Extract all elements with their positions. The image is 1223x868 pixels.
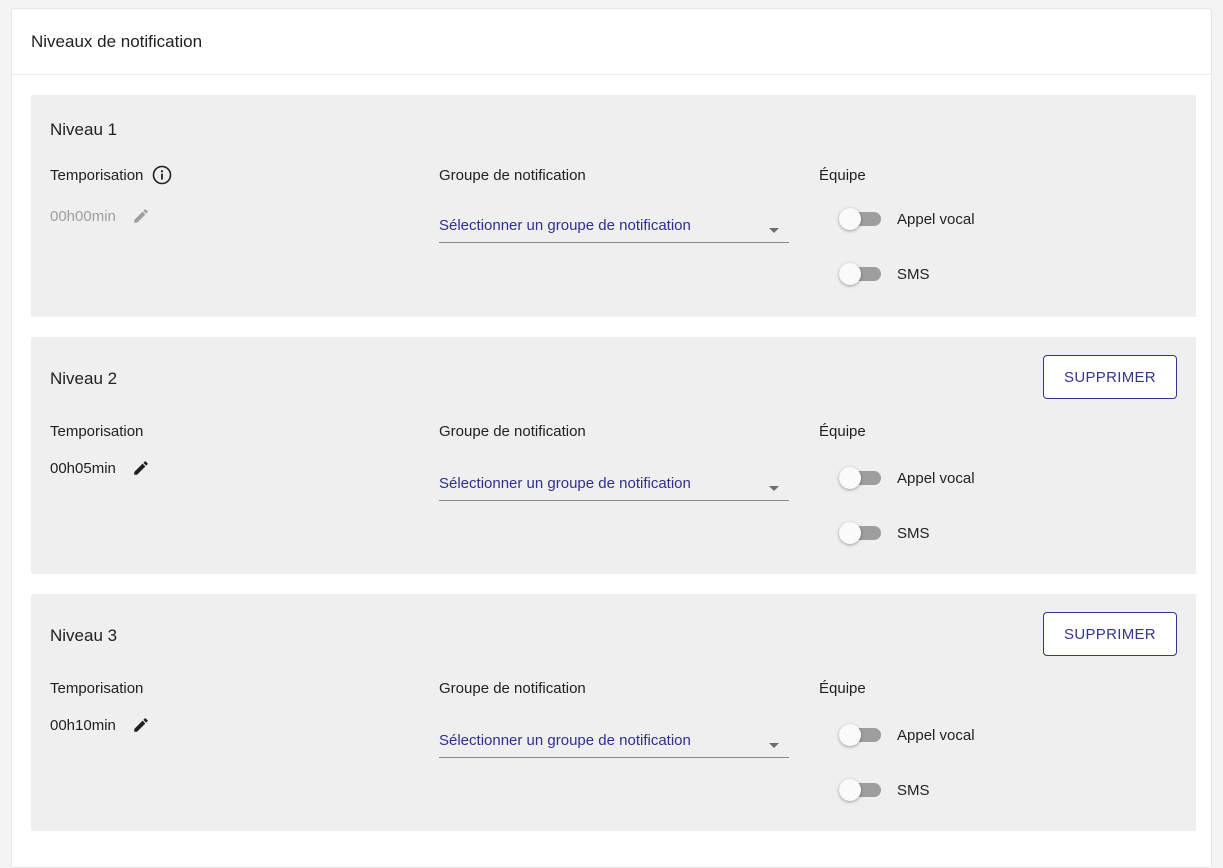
sms-toggle-row: SMS — [839, 779, 930, 801]
delay-value: 00h05min — [50, 459, 116, 477]
level-title: Niveau 1 — [50, 120, 118, 139]
pencil-icon[interactable] — [132, 207, 150, 225]
pencil-icon[interactable] — [132, 459, 150, 477]
sms-label: SMS — [897, 265, 930, 283]
info-icon[interactable] — [152, 165, 172, 185]
sms-toggle[interactable] — [839, 522, 883, 544]
level-card-1: Niveau 1 Temporisation 00h00min Groupe d… — [31, 95, 1196, 317]
voice-call-toggle[interactable] — [839, 467, 883, 489]
delay-value-row: 00h00min — [50, 207, 150, 225]
voice-call-toggle[interactable] — [839, 208, 883, 230]
voice-call-label: Appel vocal — [897, 210, 975, 228]
voice-toggle-row: Appel vocal — [839, 208, 975, 230]
caret-down-icon — [769, 743, 779, 748]
voice-toggle-row: Appel vocal — [839, 724, 975, 746]
notification-group-select[interactable]: Sélectionner un groupe de notification — [439, 209, 789, 243]
group-label: Groupe de notification — [439, 167, 586, 184]
level-card-3: Niveau 3 SUPPRIMER Temporisation 00h10mi… — [31, 594, 1196, 831]
delay-label: Temporisation — [50, 166, 144, 184]
level-card-2: Niveau 2 SUPPRIMER Temporisation 00h05mi… — [31, 337, 1196, 574]
team-label: Équipe — [819, 167, 866, 184]
sms-toggle-row: SMS — [839, 522, 930, 544]
select-placeholder: Sélectionner un groupe de notification — [439, 475, 691, 492]
delay-label: Temporisation — [50, 680, 144, 697]
delay-value-row: 00h10min — [50, 716, 150, 734]
notification-group-select[interactable]: Sélectionner un groupe de notification — [439, 724, 789, 758]
level-title: Niveau 3 — [50, 626, 118, 645]
sms-label: SMS — [897, 524, 930, 542]
pencil-icon[interactable] — [132, 716, 150, 734]
delay-label-row: Temporisation — [50, 165, 172, 185]
voice-toggle-row: Appel vocal — [839, 467, 975, 489]
caret-down-icon — [769, 486, 779, 491]
sms-label: SMS — [897, 781, 930, 799]
level-title: Niveau 2 — [50, 369, 118, 388]
group-label: Groupe de notification — [439, 680, 586, 697]
panel-title: Niveaux de notification — [12, 9, 1211, 75]
delay-value: 00h10min — [50, 716, 116, 734]
delay-label: Temporisation — [50, 423, 144, 440]
voice-call-label: Appel vocal — [897, 469, 975, 487]
delete-level-button[interactable]: SUPPRIMER — [1043, 612, 1177, 656]
select-placeholder: Sélectionner un groupe de notification — [439, 217, 691, 234]
team-label: Équipe — [819, 423, 866, 440]
delete-level-button[interactable]: SUPPRIMER — [1043, 355, 1177, 399]
notification-group-select[interactable]: Sélectionner un groupe de notification — [439, 467, 789, 501]
sms-toggle-row: SMS — [839, 263, 930, 285]
voice-call-toggle[interactable] — [839, 724, 883, 746]
delay-value-row: 00h05min — [50, 459, 150, 477]
caret-down-icon — [769, 228, 779, 233]
sms-toggle[interactable] — [839, 263, 883, 285]
group-label: Groupe de notification — [439, 423, 586, 440]
delay-value: 00h00min — [50, 207, 116, 225]
voice-call-label: Appel vocal — [897, 726, 975, 744]
select-placeholder: Sélectionner un groupe de notification — [439, 732, 691, 749]
team-label: Équipe — [819, 680, 866, 697]
sms-toggle[interactable] — [839, 779, 883, 801]
notification-levels-panel: Niveaux de notification Niveau 1 Tempori… — [11, 8, 1212, 868]
